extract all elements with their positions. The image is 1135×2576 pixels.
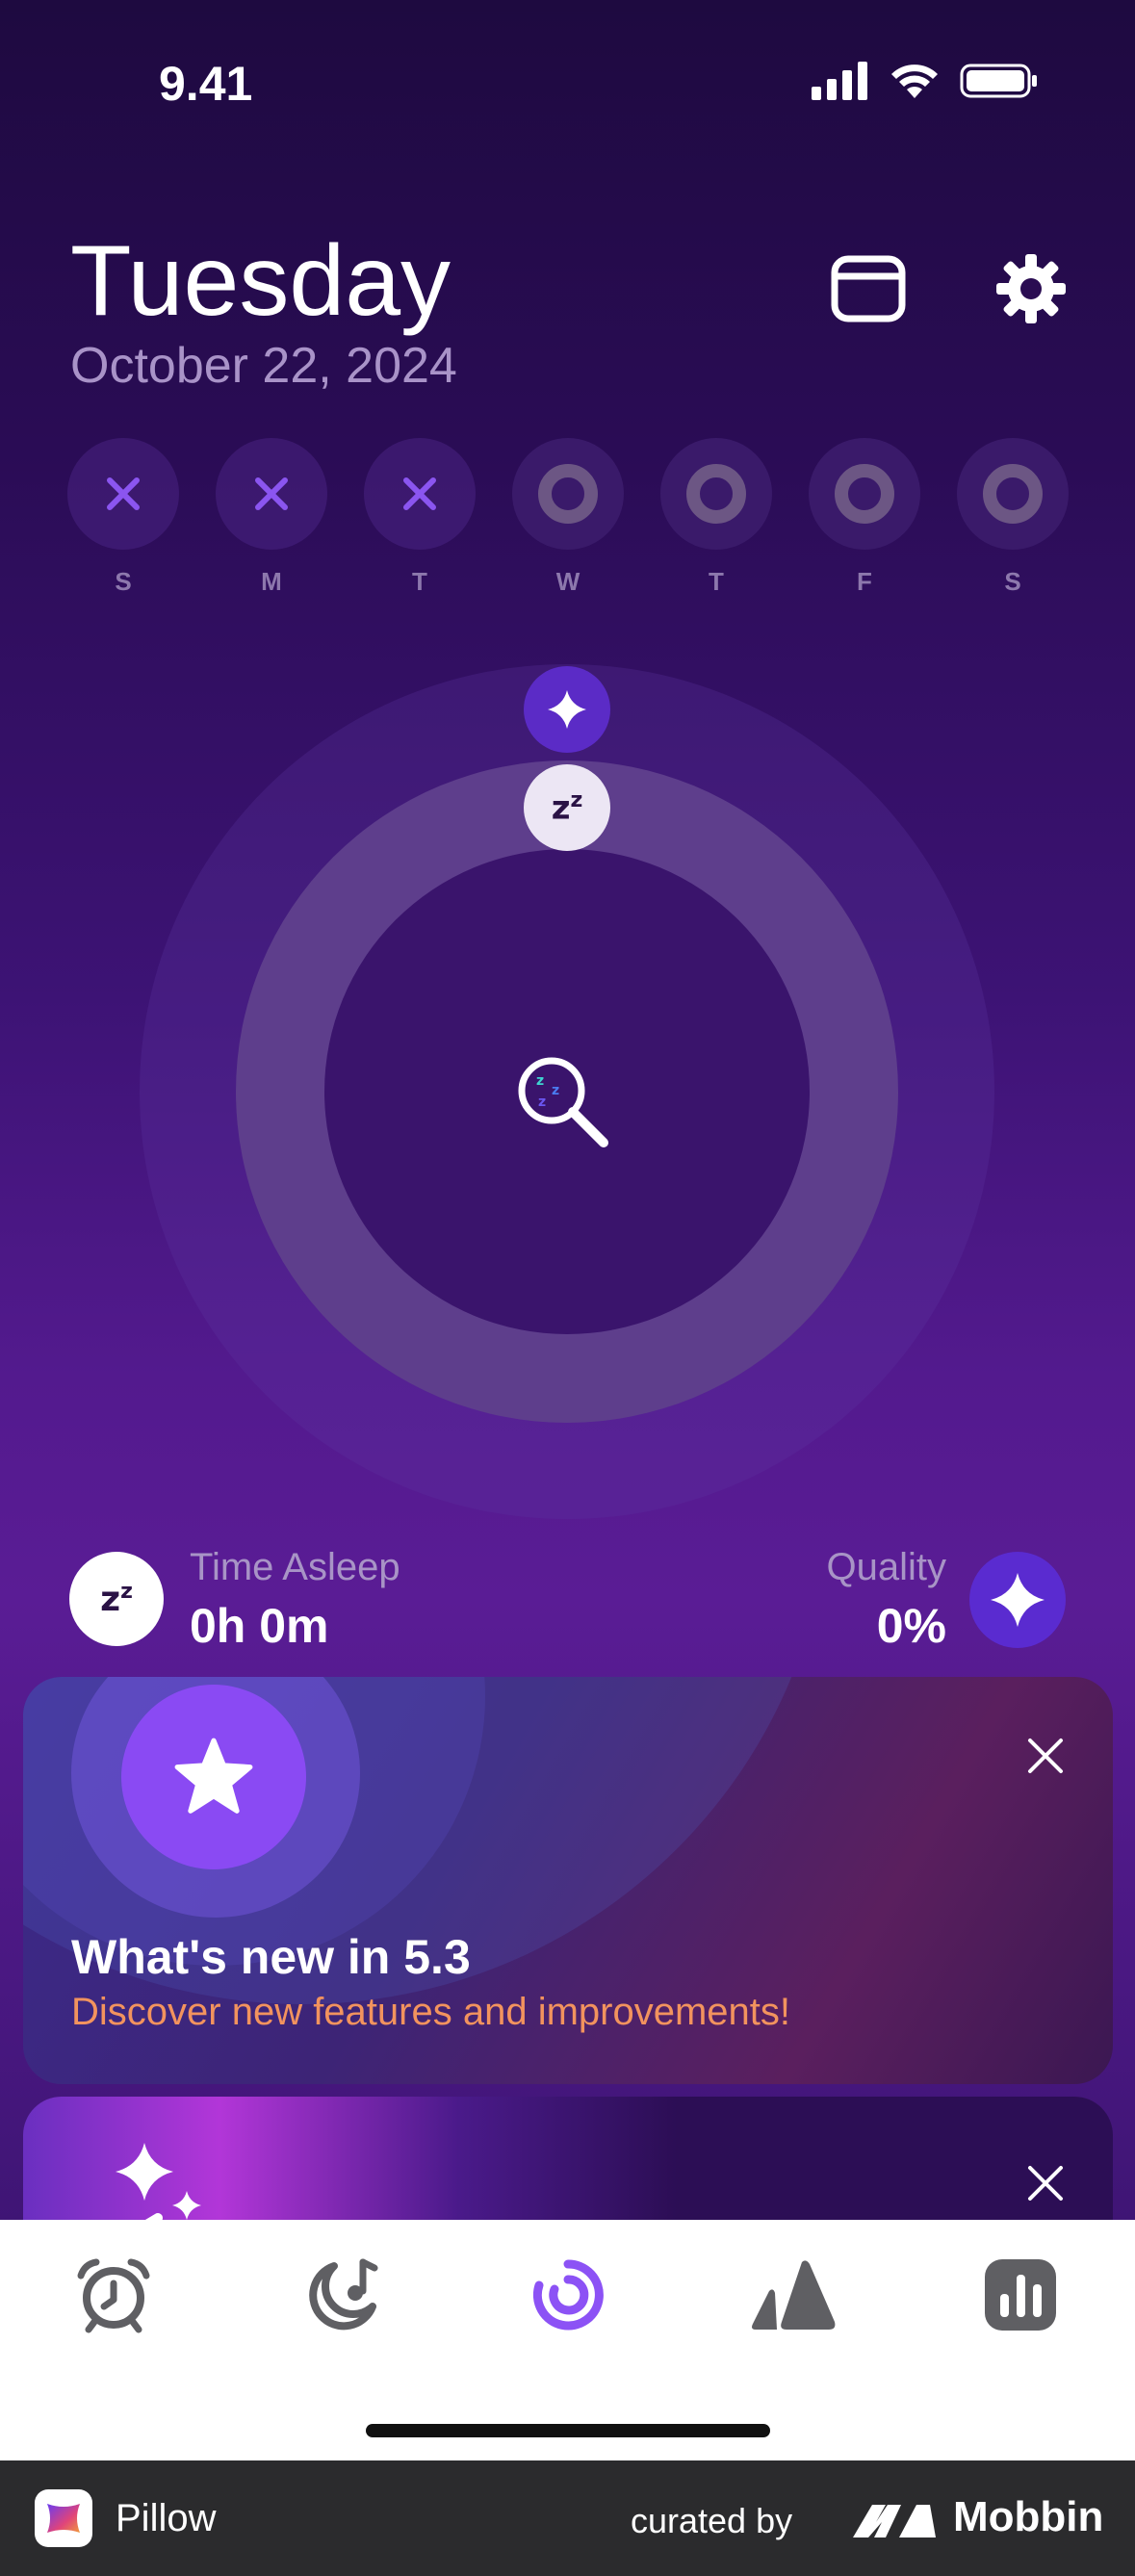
svg-text:z: z	[538, 1095, 546, 1110]
alarm-clock-icon	[77, 2258, 150, 2333]
tab-bar	[0, 2220, 1135, 2460]
close-button[interactable]	[1017, 2154, 1074, 2212]
week-day-letter: S	[1004, 567, 1021, 596]
time-asleep-icon: zz	[69, 1552, 164, 1646]
week-day-0[interactable]: S	[65, 438, 181, 597]
tab-trends[interactable]	[746, 2247, 842, 2343]
mobbin-brand: Mobbin	[953, 2493, 1104, 2540]
app-name: Pillow	[116, 2497, 217, 2539]
journal-button[interactable]	[820, 241, 916, 337]
status-time: 9.41	[159, 57, 253, 111]
settings-button[interactable]	[983, 241, 1079, 337]
moon-note-icon	[309, 2258, 378, 2331]
bar-chart-icon	[985, 2259, 1056, 2331]
spiral-icon	[532, 2259, 604, 2331]
pillow-logo-icon	[47, 2504, 80, 2533]
close-button[interactable]	[1017, 1727, 1074, 1785]
week-day-1[interactable]: M	[214, 438, 329, 597]
week-day-letter: M	[261, 567, 282, 596]
gear-icon	[996, 254, 1066, 323]
diamond-icon	[548, 690, 586, 729]
week-day-3[interactable]: W	[510, 438, 626, 597]
week-day-letter: S	[115, 567, 132, 596]
whats-new-card[interactable]: What's new in 5.3 Discover new features …	[23, 1677, 1113, 2084]
wifi-icon	[891, 64, 938, 98]
status-bar: 9.41	[0, 0, 1135, 164]
x-mark-icon	[403, 477, 436, 510]
close-icon	[1028, 2166, 1063, 2201]
week-day-letter: W	[555, 567, 580, 596]
week-day-letter: T	[412, 567, 427, 596]
sleep-marker-button[interactable]: zz	[524, 764, 610, 851]
missed-day-badge	[216, 438, 327, 550]
week-day-letter: T	[709, 567, 724, 596]
tab-alarm[interactable]	[65, 2247, 162, 2343]
home-indicator[interactable]	[366, 2424, 770, 2437]
tab-analysis[interactable]	[520, 2247, 616, 2343]
x-mark-icon	[255, 477, 288, 510]
page-title: Tuesday	[70, 225, 451, 337]
sleep-search-icon: z z z	[518, 1057, 608, 1147]
svg-text:z: z	[536, 1073, 544, 1089]
zz-icon: zz	[100, 1579, 133, 1619]
future-day-badge	[809, 438, 920, 550]
time-asleep-value: 0h 0m	[190, 1599, 329, 1653]
tab-sleep[interactable]	[294, 2247, 390, 2343]
empty-ring-icon	[983, 464, 1043, 524]
future-day-badge	[660, 438, 772, 550]
card-window-icon	[831, 255, 906, 322]
svg-text:z: z	[552, 1083, 559, 1098]
quality-icon	[969, 1552, 1066, 1648]
card-title: What's new in 5.3	[71, 1930, 471, 1984]
week-day-4[interactable]: T	[658, 438, 774, 597]
week-day-2[interactable]: T	[362, 438, 477, 597]
tab-statistics[interactable]	[972, 2247, 1069, 2343]
date-subtitle: October 22, 2024	[70, 338, 457, 394]
signal-icon	[812, 62, 867, 100]
week-day-6[interactable]: S	[955, 438, 1071, 597]
quality-marker-button[interactable]	[524, 666, 610, 753]
empty-ring-icon	[538, 464, 598, 524]
week-day-5[interactable]: F	[807, 438, 922, 597]
missed-day-badge	[67, 438, 179, 550]
missed-day-badge	[364, 438, 476, 550]
diamond-icon	[991, 1573, 1045, 1627]
pillow-app-icon	[35, 2489, 92, 2547]
mountain-icon	[752, 2260, 836, 2330]
close-icon	[1028, 1739, 1063, 1773]
quality-label: Quality	[826, 1546, 947, 1588]
status-icons	[812, 62, 1039, 100]
future-day-badge	[512, 438, 624, 550]
time-asleep-label: Time Asleep	[190, 1546, 400, 1588]
empty-ring-icon	[835, 464, 894, 524]
star-icon	[174, 1738, 253, 1814]
promo-card[interactable]	[23, 2097, 1113, 2220]
week-strip: SMTWTFS	[65, 438, 1071, 597]
quality-value: 0%	[876, 1599, 946, 1653]
zz-icon: zz	[551, 787, 583, 828]
mobbin-logo-icon	[853, 2505, 936, 2537]
home-screen: 9.41 Tuesday October 22, 2024 S M T W T …	[0, 0, 1135, 2220]
week-day-letter: F	[857, 567, 872, 596]
x-mark-icon	[107, 477, 140, 510]
empty-ring-icon	[686, 464, 746, 524]
magic-wand-icon	[116, 2143, 201, 2220]
future-day-badge	[957, 438, 1069, 550]
star-badge	[121, 1685, 306, 1869]
attribution-bar: Pillow curated by Mobbin	[0, 2460, 1135, 2576]
card-subtitle: Discover new features and improvements!	[71, 1991, 790, 2033]
battery-icon	[960, 64, 1037, 98]
curated-by-label: curated by	[631, 2501, 793, 2540]
